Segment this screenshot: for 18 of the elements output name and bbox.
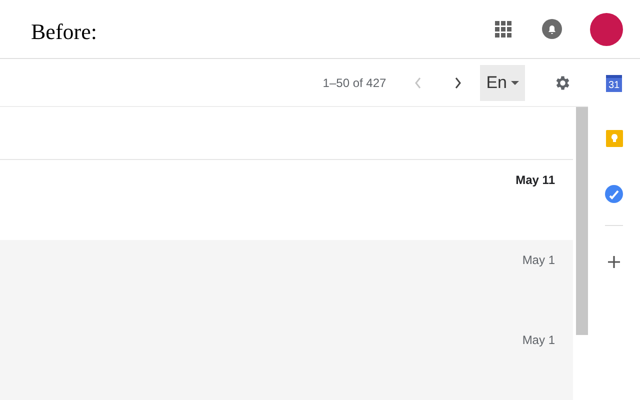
calendar-icon[interactable]: 31	[606, 75, 622, 92]
caption: Before:	[31, 18, 97, 44]
message-row[interactable]: May 1	[0, 240, 573, 320]
caret-icon	[511, 80, 519, 84]
page-range: 1–50 of 427	[322, 76, 386, 90]
message-date: May 1	[522, 253, 555, 268]
message-date: May 11	[516, 173, 555, 188]
language-button[interactable]: En	[480, 64, 525, 100]
check-circle-icon[interactable]	[605, 185, 623, 203]
apps-grid-icon[interactable]	[495, 20, 512, 38]
chevron-left-icon	[414, 76, 422, 88]
scrollbar-thumb[interactable]	[576, 107, 588, 335]
avatar[interactable]	[590, 12, 623, 46]
plus-icon[interactable]	[608, 256, 620, 268]
message-date: May 1	[522, 333, 555, 348]
bell-icon[interactable]	[542, 19, 562, 39]
chevron-right-icon	[454, 76, 462, 88]
message-row[interactable]: May 1	[0, 320, 573, 400]
